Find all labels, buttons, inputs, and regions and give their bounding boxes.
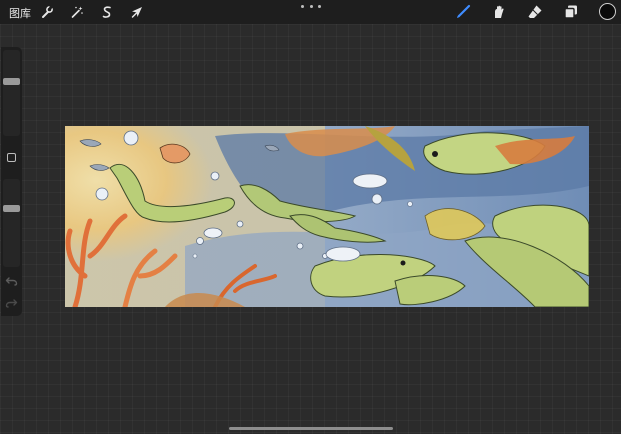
selection-icon bbox=[102, 6, 111, 18]
drawing-canvas[interactable] bbox=[65, 126, 589, 307]
dot-icon bbox=[301, 5, 304, 8]
smudge-tool-button[interactable] bbox=[490, 3, 508, 21]
actions-button[interactable] bbox=[38, 3, 56, 21]
arrow-cursor-icon bbox=[131, 7, 142, 18]
adjustments-button[interactable] bbox=[68, 3, 86, 21]
layers-icon bbox=[564, 5, 577, 19]
brush-icon bbox=[457, 4, 471, 18]
modify-button[interactable] bbox=[7, 153, 16, 162]
eraser-icon bbox=[528, 5, 542, 18]
redo-icon[interactable] bbox=[5, 298, 18, 308]
opacity-slider-thumb[interactable] bbox=[3, 205, 20, 212]
top-toolbar: 图库 bbox=[0, 0, 621, 24]
left-sidebar bbox=[1, 47, 22, 316]
wrench-icon bbox=[42, 5, 53, 18]
magic-wand-icon bbox=[71, 6, 83, 18]
opacity-slider[interactable] bbox=[3, 179, 20, 267]
color-picker-button[interactable] bbox=[599, 3, 616, 20]
artwork-illustration bbox=[65, 126, 589, 307]
brush-size-slider-thumb[interactable] bbox=[3, 78, 20, 85]
gallery-button[interactable]: 图库 bbox=[9, 5, 31, 21]
eraser-tool-button[interactable] bbox=[526, 3, 544, 21]
brush-size-slider[interactable] bbox=[3, 50, 20, 136]
layers-button[interactable] bbox=[562, 3, 580, 21]
brush-tool-button[interactable] bbox=[454, 3, 472, 21]
more-options-button[interactable] bbox=[301, 4, 321, 10]
selection-button[interactable] bbox=[98, 3, 116, 21]
undo-icon[interactable] bbox=[5, 276, 18, 286]
transform-button[interactable] bbox=[128, 3, 146, 21]
dot-icon bbox=[309, 5, 313, 8]
dot-icon bbox=[318, 5, 321, 8]
home-indicator bbox=[229, 427, 393, 430]
smudge-icon bbox=[495, 5, 504, 18]
